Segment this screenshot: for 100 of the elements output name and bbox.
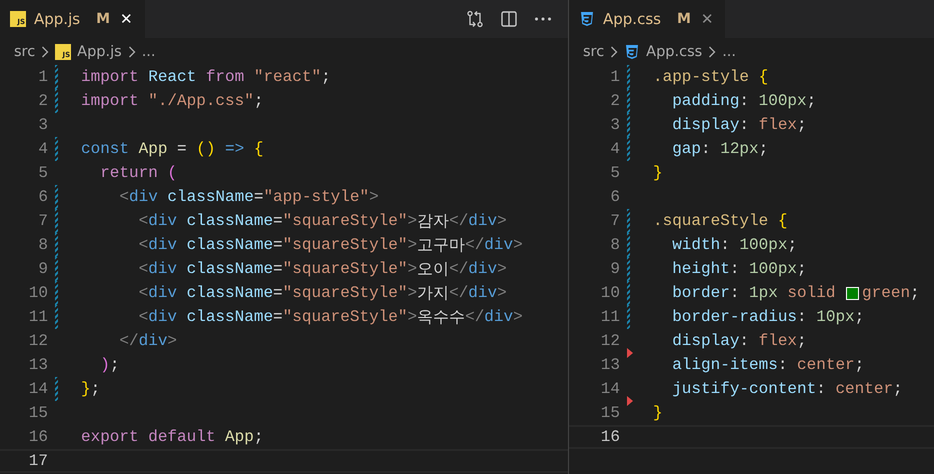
line-number: 6: [609, 188, 620, 206]
line-number: 17: [28, 452, 48, 470]
line-number: 8: [37, 236, 48, 254]
deleted-lines-marker[interactable]: [627, 396, 633, 406]
code-line: <div className="squareStyle">고구마</div>: [138, 235, 524, 255]
line-number: 2: [37, 92, 48, 110]
editor-tab[interactable]: App.css M ✕: [569, 0, 726, 38]
line-number: 8: [609, 236, 620, 254]
modified-line-marker[interactable]: [55, 209, 58, 233]
line-number: 9: [37, 260, 48, 278]
code-line: height: 100px;: [671, 259, 808, 279]
line-number: 14: [28, 380, 48, 398]
modified-line-marker[interactable]: [627, 257, 630, 281]
modified-line-marker[interactable]: [627, 233, 630, 257]
split-editor-icon[interactable]: [500, 10, 518, 28]
line-number: 7: [609, 212, 620, 230]
code-line: <div className="squareStyle">옥수수</div>: [138, 307, 524, 327]
line-number: 4: [37, 140, 48, 158]
code-line: <div className="squareStyle">감자</div>: [138, 211, 508, 231]
modified-line-marker[interactable]: [627, 281, 630, 305]
modified-line-marker[interactable]: [55, 305, 58, 329]
line-number: 13: [28, 356, 48, 374]
code-line: const App = () => {: [81, 139, 264, 159]
breadcrumb-item[interactable]: App.css: [646, 44, 702, 60]
code-line: width: 100px;: [671, 235, 798, 255]
modified-line-marker[interactable]: [55, 233, 58, 257]
modified-line-marker[interactable]: [627, 209, 630, 233]
line-number: 5: [609, 164, 620, 182]
line-number: 16: [600, 428, 620, 446]
code-line: import React from "react";: [81, 67, 332, 87]
code-line: }: [653, 163, 664, 183]
code-line: }: [653, 403, 664, 423]
modified-line-marker[interactable]: [55, 281, 58, 305]
code-line: export default App;: [81, 427, 264, 447]
modified-line-marker[interactable]: [55, 185, 58, 209]
line-number: 13: [600, 356, 620, 374]
breadcrumb-item[interactable]: ...: [142, 44, 156, 60]
line-number: 12: [600, 332, 620, 350]
line-number: 6: [37, 188, 48, 206]
line-number: 16: [28, 428, 48, 446]
breadcrumb-item[interactable]: src: [583, 44, 604, 60]
modified-line-marker[interactable]: [627, 65, 630, 89]
modified-line-marker[interactable]: [627, 137, 630, 161]
code-line: import "./App.css";: [81, 91, 264, 111]
chevron-icon: [128, 46, 136, 58]
line-number: 3: [609, 116, 620, 134]
breadcrumb-item[interactable]: ...: [722, 44, 736, 60]
line-number: 12: [28, 332, 48, 350]
more-actions-icon[interactable]: [534, 16, 552, 22]
breadcrumb-item[interactable]: App.js: [77, 44, 122, 60]
line-number: 15: [28, 404, 48, 422]
modified-line-marker[interactable]: [627, 113, 630, 137]
code-line: justify-content: center;: [671, 379, 904, 399]
close-icon[interactable]: ✕: [120, 10, 133, 28]
code-line: .app-style {: [653, 67, 770, 87]
code-line: <div className="app-style">: [118, 187, 380, 207]
compare-changes-icon[interactable]: [466, 10, 484, 28]
line-number: 4: [609, 140, 620, 158]
modified-line-marker[interactable]: [55, 89, 58, 113]
file-icon: [579, 11, 595, 27]
chevron-icon: [41, 46, 50, 58]
code-line: <div className="squareStyle">가지</div>: [138, 283, 508, 303]
line-number: 9: [609, 260, 620, 278]
line-number: 7: [37, 212, 48, 230]
modified-line-marker[interactable]: [55, 65, 58, 89]
code-line: border-radius: 10px;: [671, 307, 866, 327]
code-line: border: 1px solid green;: [671, 283, 921, 303]
breadcrumb-item[interactable]: src: [14, 44, 36, 60]
code-line: .squareStyle {: [653, 211, 788, 231]
line-number: 10: [28, 284, 48, 302]
line-number: 14: [600, 380, 620, 398]
line-number: 2: [609, 92, 620, 110]
code-line: display: flex;: [671, 115, 808, 135]
code-line: <div className="squareStyle">오이</div>: [138, 259, 508, 279]
color-swatch[interactable]: [846, 286, 860, 300]
code-line: gap: 12px;: [671, 139, 770, 159]
line-number: 10: [600, 284, 620, 302]
line-number: 1: [37, 68, 48, 86]
line-number: 1: [609, 68, 620, 86]
modified-line-marker[interactable]: [627, 305, 630, 329]
modified-indicator: M: [676, 11, 691, 27]
modified-line-marker[interactable]: [55, 257, 58, 281]
code-line: };: [81, 379, 102, 399]
line-number: 3: [37, 116, 48, 134]
code-line: display: flex;: [671, 331, 808, 351]
code-line: );: [99, 355, 120, 375]
modified-line-marker[interactable]: [55, 377, 58, 401]
line-number: 11: [600, 308, 620, 326]
deleted-lines-marker[interactable]: [627, 348, 633, 358]
line-number: 15: [600, 404, 620, 422]
close-icon[interactable]: ✕: [700, 10, 714, 28]
modified-indicator: M: [96, 11, 110, 27]
code-line: return (: [99, 163, 178, 183]
code-line: align-items: center;: [671, 355, 866, 375]
chevron-icon: [708, 46, 716, 58]
file-icon: [624, 44, 640, 60]
modified-line-marker[interactable]: [627, 89, 630, 113]
chevron-icon: [610, 46, 618, 58]
code-line: </div>: [118, 331, 178, 351]
modified-line-marker[interactable]: [55, 137, 58, 161]
